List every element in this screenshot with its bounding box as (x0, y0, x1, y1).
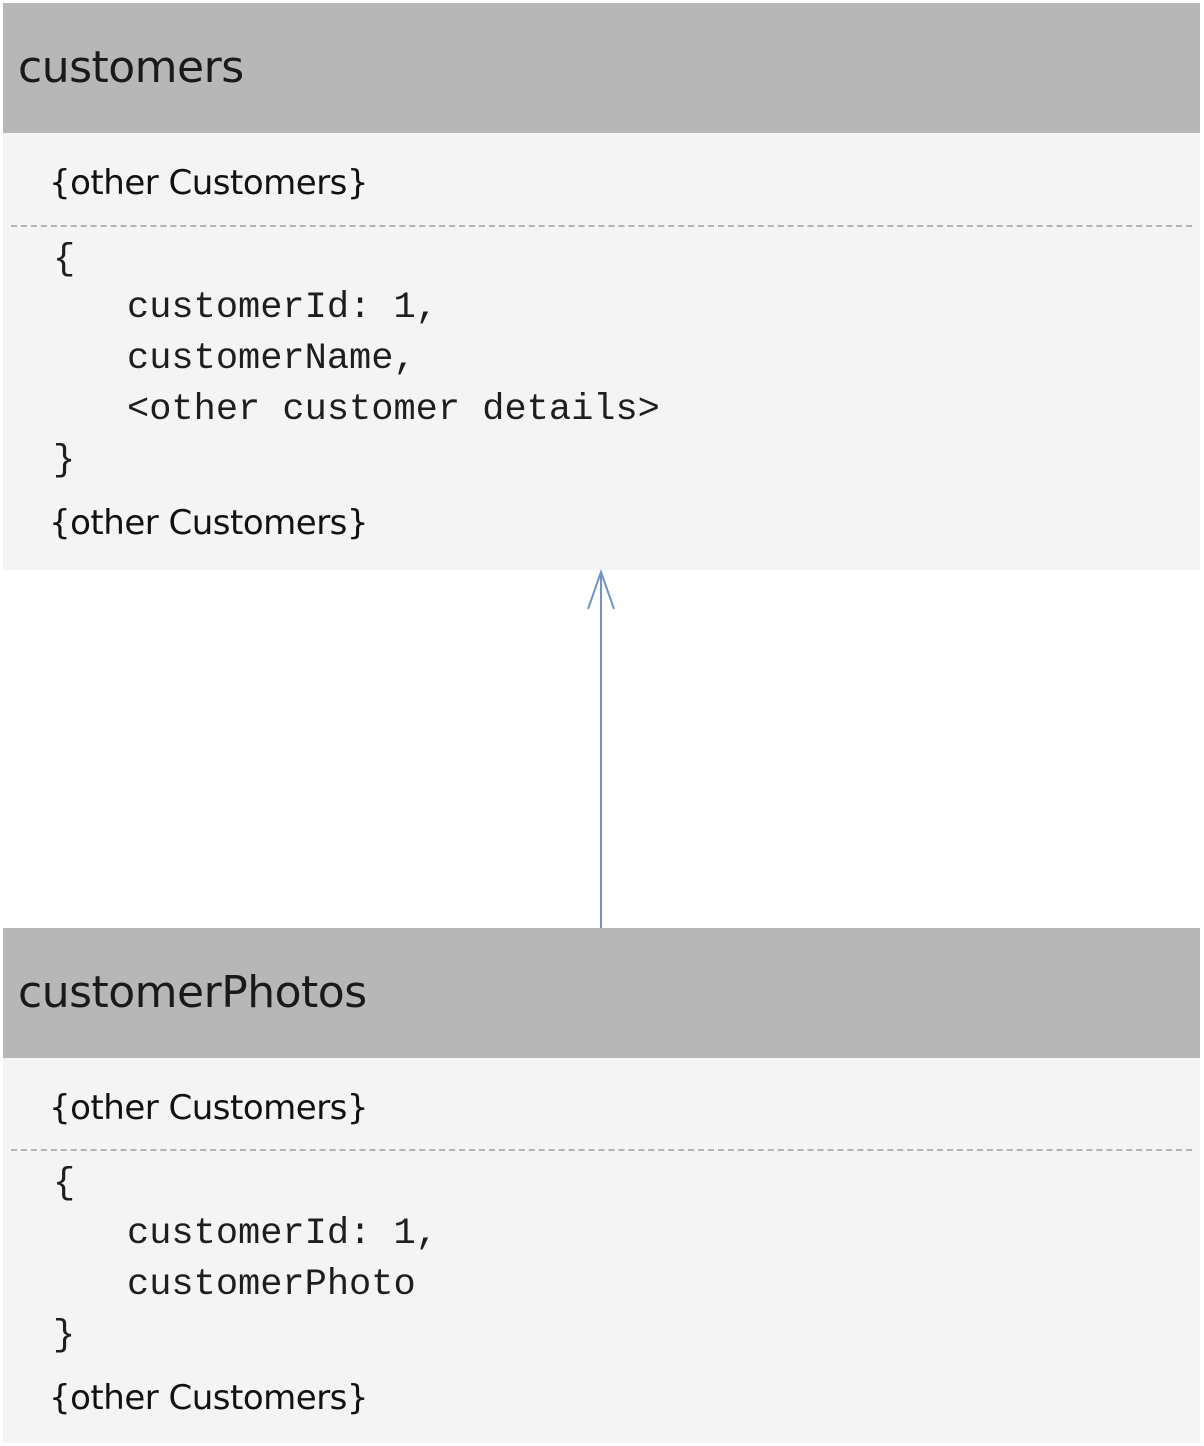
close-brace: } (53, 1315, 76, 1357)
field-customer-id: customerId: 1, (127, 1213, 438, 1255)
other-customers-label-bottom: {other Customers} (49, 1378, 369, 1418)
customer-photos-collection: customerPhotos {other Customers} { custo… (3, 928, 1200, 1443)
other-customers-label-top: {other Customers} (49, 1088, 369, 1128)
open-brace: { (53, 1163, 76, 1205)
customer-photos-body: {other Customers} { customerId: 1, custo… (3, 1058, 1200, 1443)
customer-photos-header: customerPhotos (3, 928, 1200, 1058)
dashed-divider (11, 1149, 1192, 1151)
field-customer-photo: customerPhoto (127, 1264, 416, 1306)
customer-photos-title: customerPhotos (18, 967, 367, 1018)
